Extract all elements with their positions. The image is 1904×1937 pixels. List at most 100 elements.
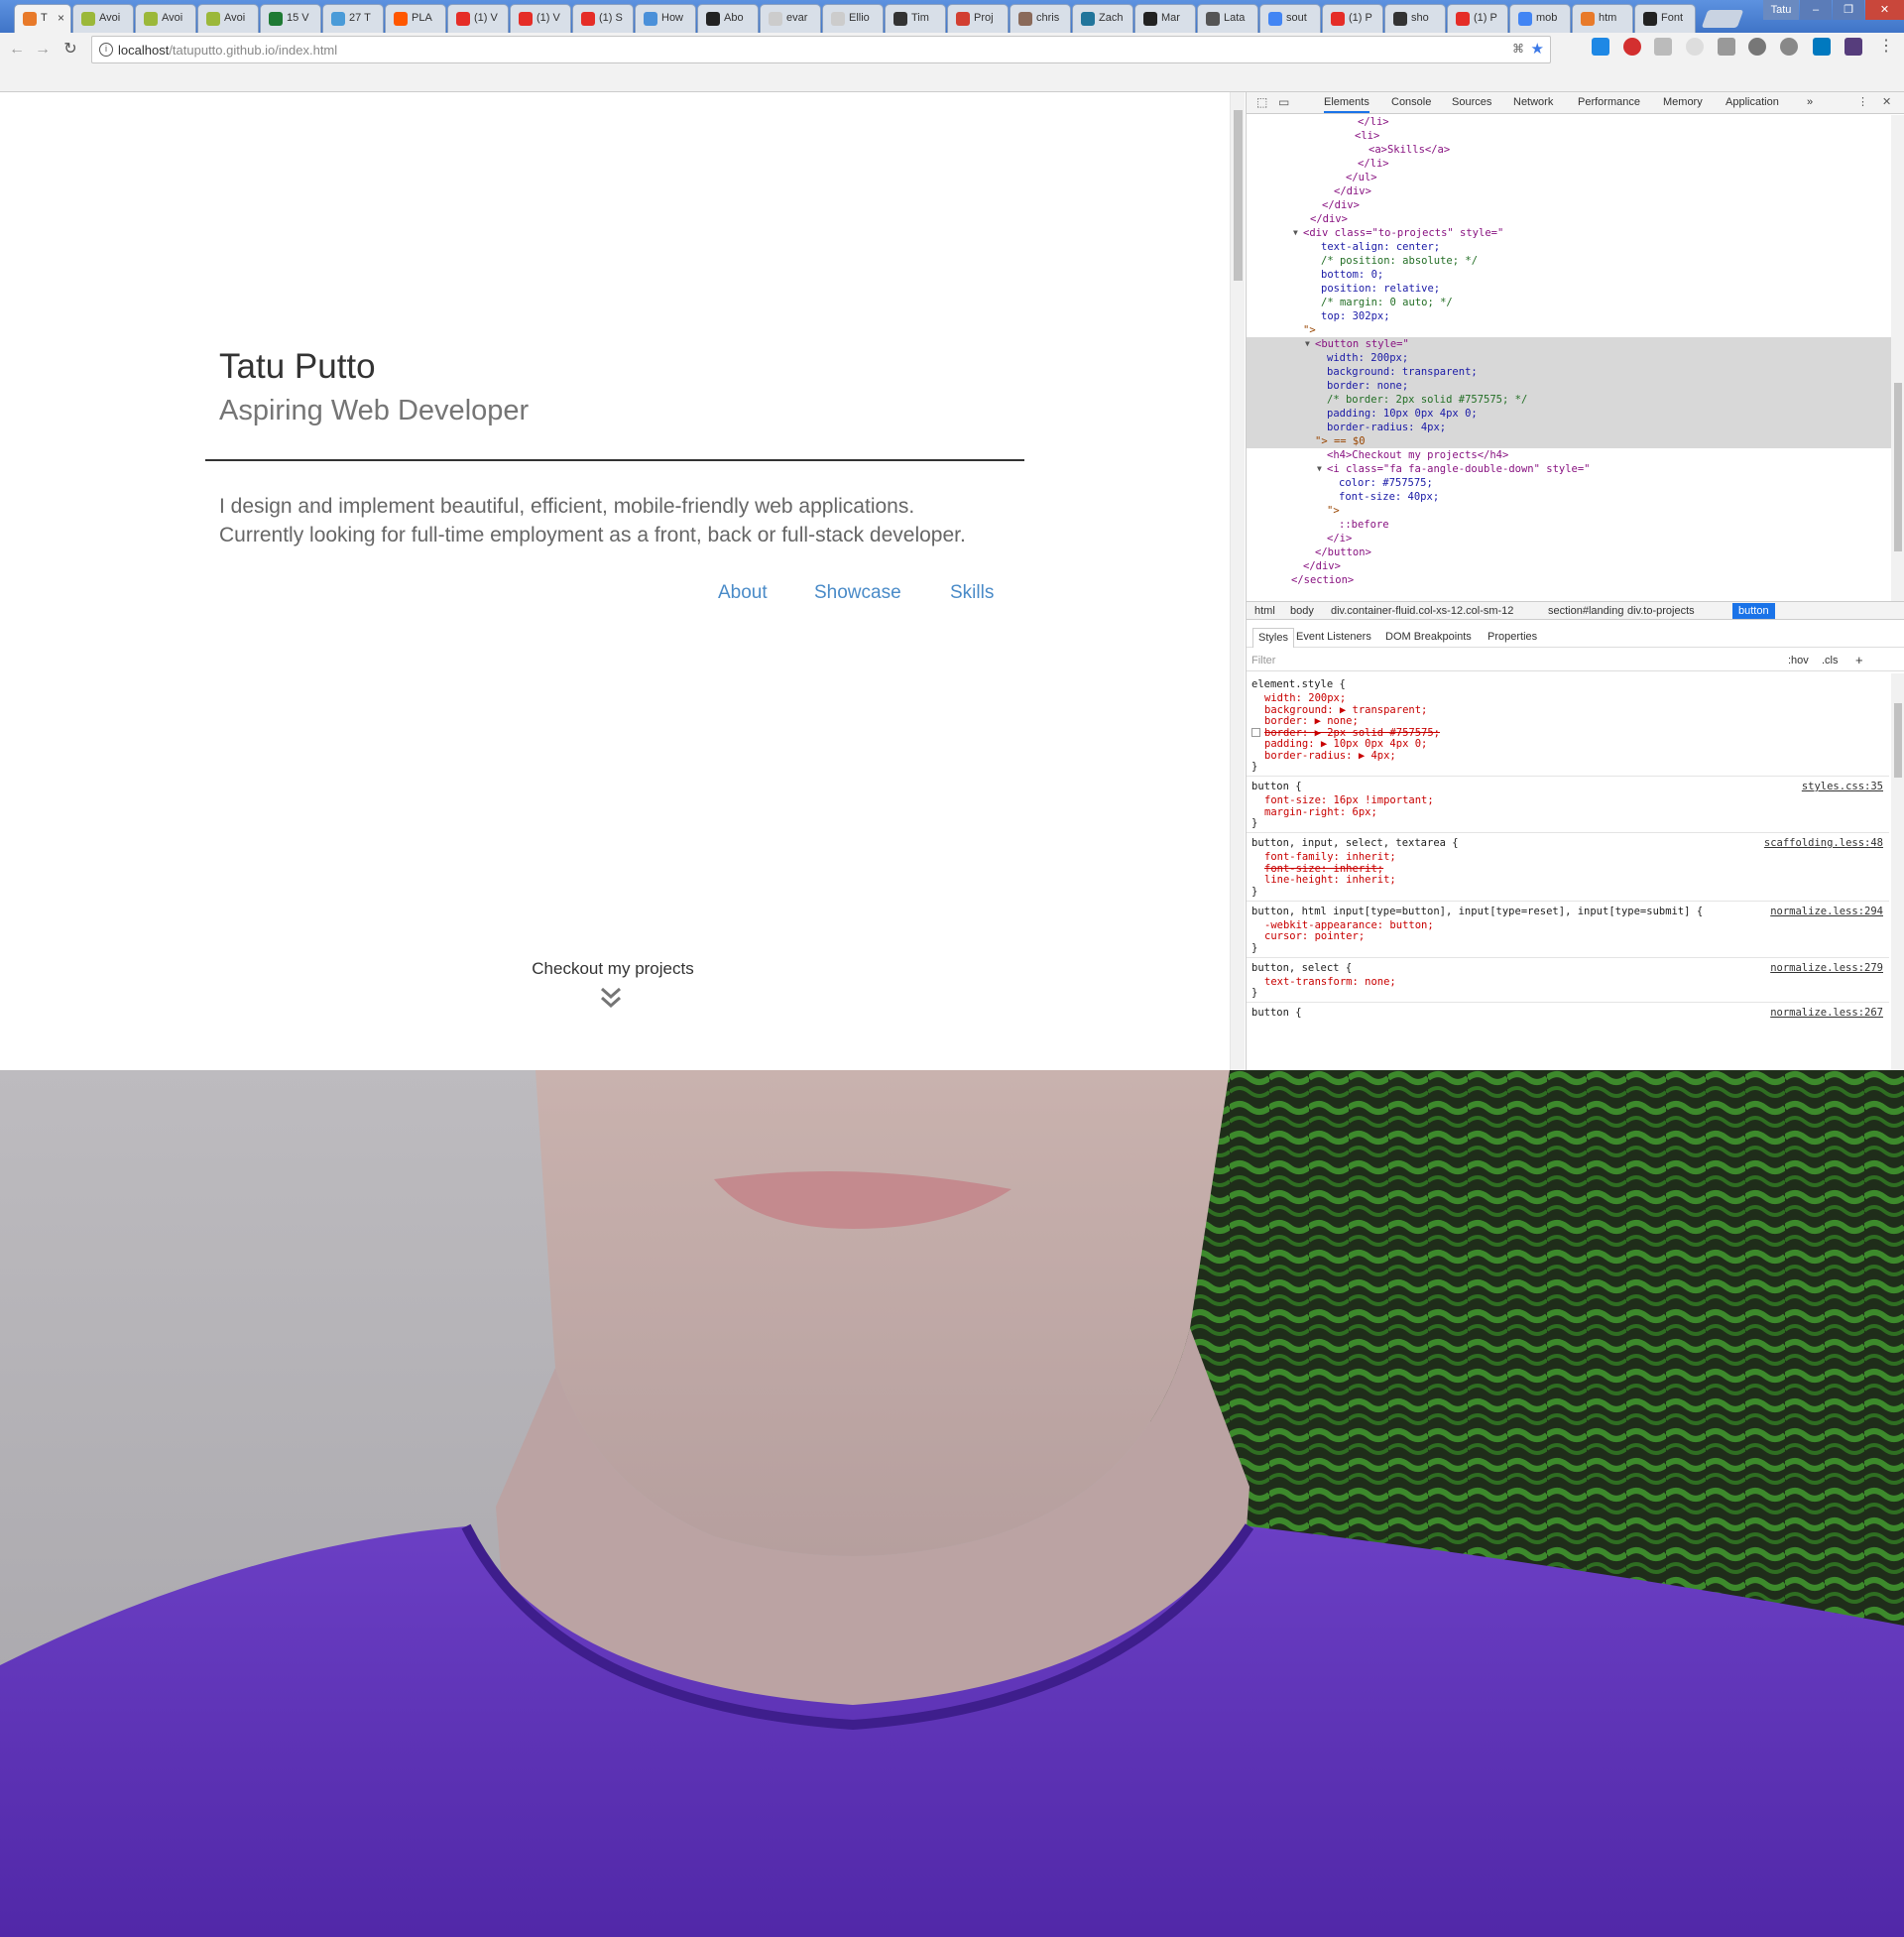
devtools-menu-icon[interactable]: ⋮ xyxy=(1857,95,1868,108)
browser-tab[interactable]: Font xyxy=(1634,4,1696,33)
breadcrumb-item[interactable]: section#landing xyxy=(1548,605,1623,617)
browser-tab[interactable]: Avoi xyxy=(135,4,196,33)
rule-source-link[interactable]: normalize.less:294 xyxy=(1770,905,1883,918)
tab-close-icon[interactable]: × xyxy=(58,11,64,25)
extension-icon-3[interactable] xyxy=(1654,38,1672,56)
browser-tab[interactable]: evar xyxy=(760,4,821,33)
inspect-element-icon[interactable]: ⬚ xyxy=(1256,95,1267,109)
properties-tab[interactable]: Properties xyxy=(1488,631,1537,643)
rule-source-link[interactable]: styles.css:35 xyxy=(1802,780,1883,793)
devtools-tab-console[interactable]: Console xyxy=(1391,96,1431,108)
dom-tree-line[interactable]: <div class="to-projects" style=" ▼ xyxy=(1247,226,1891,240)
nav-about[interactable]: About xyxy=(718,582,768,604)
back-button[interactable]: ← xyxy=(6,39,28,61)
dom-tree-line[interactable]: <li> xyxy=(1247,129,1891,143)
dom-tree-line[interactable]: top: 302px; xyxy=(1247,309,1891,323)
dom-tree-line[interactable]: background: transparent; xyxy=(1247,365,1891,379)
browser-tab[interactable]: (1) S xyxy=(572,4,634,33)
page-scrollbar[interactable] xyxy=(1230,92,1245,1070)
dom-tree-line[interactable]: width: 200px; xyxy=(1247,351,1891,365)
browser-tab[interactable]: (1) V xyxy=(510,4,571,33)
dom-tree-line[interactable]: bottom: 0; xyxy=(1247,268,1891,282)
style-rule-selector[interactable]: button {styles.css:35 xyxy=(1247,780,1889,793)
dom-tree-scrollbar-thumb[interactable] xyxy=(1894,383,1902,551)
style-rule-selector[interactable]: button, select {normalize.less:279 xyxy=(1247,961,1889,975)
extension-icon-6[interactable] xyxy=(1748,38,1766,56)
style-rule-selector[interactable]: button, input, select, textarea {scaffol… xyxy=(1247,836,1889,850)
breadcrumb-item[interactable]: div.container-fluid.col-xs-12.col-sm-12 xyxy=(1331,605,1513,617)
dom-tree-line[interactable]: <button style=" ▼ xyxy=(1247,337,1891,351)
nav-skills[interactable]: Skills xyxy=(950,582,994,604)
bootstrap-extension-icon[interactable] xyxy=(1844,38,1862,56)
devtools-tab-memory[interactable]: Memory xyxy=(1663,96,1703,108)
dom-tree-line[interactable]: color: #757575; xyxy=(1247,476,1891,490)
dom-tree-line[interactable]: "> == $0 xyxy=(1247,434,1891,448)
browser-tab[interactable]: Abo xyxy=(697,4,759,33)
address-bar[interactable]: i localhost/tatuputto.github.io/index.ht… xyxy=(91,36,1551,63)
dom-tree-line[interactable]: <i class="fa fa-angle-double-down" style… xyxy=(1247,462,1891,476)
translate-icon[interactable]: ⌘ xyxy=(1512,42,1524,56)
dom-tree-line[interactable]: /* border: 2px solid #757575; */ xyxy=(1247,393,1891,407)
dom-tree-line[interactable]: </button> xyxy=(1247,545,1891,559)
style-rule-selector[interactable]: button {normalize.less:267 xyxy=(1247,1006,1889,1020)
styles-filter-input[interactable]: Filter :hov .cls + xyxy=(1247,652,1904,671)
browser-tab[interactable]: Avoi xyxy=(72,4,134,33)
style-rule-selector[interactable]: element.style { xyxy=(1247,677,1889,691)
browser-tab[interactable]: (1) P xyxy=(1447,4,1508,33)
class-toggle[interactable]: .cls xyxy=(1822,655,1839,666)
expand-triangle-icon[interactable]: ▼ xyxy=(1293,226,1298,240)
rule-source-link[interactable]: normalize.less:279 xyxy=(1770,961,1883,975)
browser-tab[interactable]: Mar xyxy=(1134,4,1196,33)
browser-tab[interactable]: Zach xyxy=(1072,4,1133,33)
dom-tree-line[interactable]: </div> xyxy=(1247,559,1891,573)
styles-scrollbar[interactable] xyxy=(1891,673,1904,1070)
dom-tree-line[interactable]: border: none; xyxy=(1247,379,1891,393)
browser-tab[interactable]: Avoi xyxy=(197,4,259,33)
dom-tree-line[interactable]: </section> xyxy=(1247,573,1891,587)
devtools-more-tabs[interactable]: » xyxy=(1807,96,1813,108)
breadcrumb-item[interactable]: button xyxy=(1732,603,1775,619)
info-icon[interactable]: i xyxy=(99,43,113,57)
devtools-close-icon[interactable]: ✕ xyxy=(1882,95,1891,108)
dom-tree-line[interactable]: <a>Skills</a> xyxy=(1247,143,1891,157)
browser-tab[interactable]: (1) P xyxy=(1322,4,1383,33)
dom-tree-line[interactable]: /* margin: 0 auto; */ xyxy=(1247,296,1891,309)
browser-tab[interactable]: 27 T xyxy=(322,4,384,33)
devtools-tab-application[interactable]: Application xyxy=(1726,96,1779,108)
dom-tree-line[interactable]: padding: 10px 0px 4px 0; xyxy=(1247,407,1891,421)
browser-tab[interactable]: chris xyxy=(1010,4,1071,33)
dom-tree-line[interactable]: </li> xyxy=(1247,115,1891,129)
extension-icon-1[interactable] xyxy=(1592,38,1609,56)
browser-tab[interactable]: Lata xyxy=(1197,4,1258,33)
event-listeners-tab[interactable]: Event Listeners xyxy=(1296,631,1371,643)
browser-tab[interactable]: sho xyxy=(1384,4,1446,33)
new-style-rule-icon[interactable]: + xyxy=(1855,653,1863,667)
rule-source-link[interactable]: scaffolding.less:48 xyxy=(1764,836,1883,850)
dom-tree-line[interactable]: text-align: center; xyxy=(1247,240,1891,254)
devtools-tab-elements[interactable]: Elements xyxy=(1324,96,1369,113)
dom-tree-line[interactable]: </ul> xyxy=(1247,171,1891,184)
bookmark-star-icon[interactable]: ★ xyxy=(1531,40,1544,58)
extension-icon-7[interactable] xyxy=(1780,38,1798,56)
devtools-tab-performance[interactable]: Performance xyxy=(1578,96,1640,108)
property-checkbox[interactable] xyxy=(1251,727,1260,737)
browser-tab[interactable]: T × xyxy=(14,4,71,33)
extension-icon-4[interactable] xyxy=(1686,38,1704,56)
minimize-button[interactable]: – xyxy=(1800,0,1832,20)
dom-tree-line[interactable]: ::before xyxy=(1247,518,1891,532)
style-rule-selector[interactable]: button, html input[type=button], input[t… xyxy=(1247,905,1889,918)
rule-source-link[interactable]: normalize.less:267 xyxy=(1770,1006,1883,1020)
close-window-button[interactable]: ✕ xyxy=(1865,0,1904,20)
reload-button[interactable]: ↻ xyxy=(60,39,81,61)
trello-extension-icon[interactable] xyxy=(1813,38,1831,56)
dom-tree-line[interactable]: "> xyxy=(1247,323,1891,337)
page-scrollbar-thumb[interactable] xyxy=(1234,110,1243,281)
browser-tab[interactable]: mob xyxy=(1509,4,1571,33)
new-tab-button[interactable] xyxy=(1701,10,1744,28)
nav-showcase[interactable]: Showcase xyxy=(814,582,901,604)
maximize-button[interactable]: ❐ xyxy=(1833,0,1864,20)
extension-icon-5[interactable] xyxy=(1718,38,1735,56)
dom-tree-line[interactable]: </div> xyxy=(1247,198,1891,212)
dom-tree-line[interactable]: position: relative; xyxy=(1247,282,1891,296)
dom-tree-line[interactable]: "> xyxy=(1247,504,1891,518)
